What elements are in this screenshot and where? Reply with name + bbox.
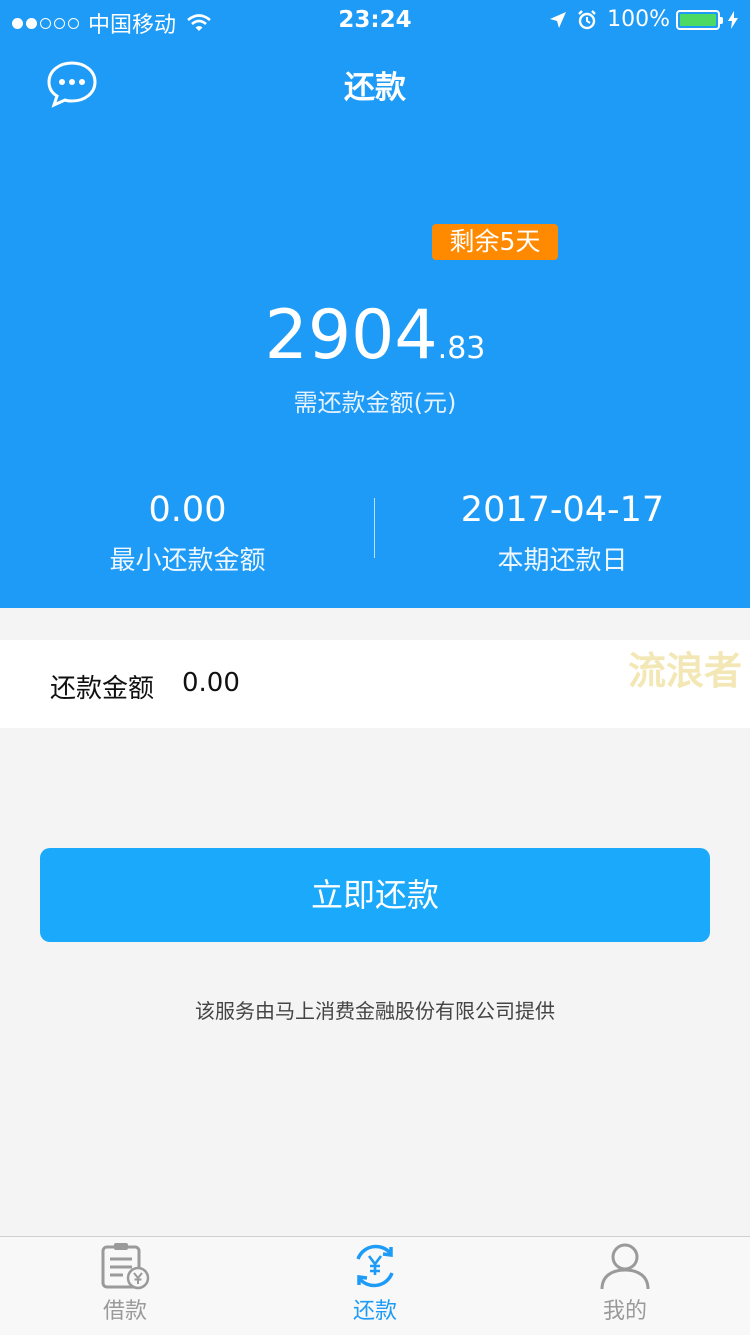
alarm-clock-icon: [578, 9, 596, 29]
pay-now-button[interactable]: 立即还款: [40, 848, 710, 942]
status-bar: 中国移动 23:24 100%: [0, 0, 750, 40]
tab-loan[interactable]: 借款: [0, 1241, 250, 1325]
battery-percent: 100%: [607, 7, 670, 32]
page-title: 还款: [344, 70, 406, 106]
loan-document-icon: [101, 1243, 150, 1290]
header-panel: 中国移动 23:24 100% 还款 剩余5天 2904.83 需还款金额(元)…: [0, 0, 750, 608]
profile-person-icon: [600, 1243, 650, 1290]
tab-mine-label: 我的: [602, 1299, 647, 1324]
tab-repay[interactable]: 还款: [250, 1241, 500, 1325]
tab-loan-label: 借款: [102, 1299, 147, 1324]
payment-amount-label: 还款金额: [50, 674, 155, 704]
due-date-stat: 2017-04-17 本期还款日: [375, 490, 750, 577]
battery-icon: [676, 9, 723, 30]
watermark: 流浪者: [627, 649, 742, 693]
repay-amount-label: 需还款金额(元): [293, 389, 457, 417]
repay-amount: 2904.83: [0, 296, 750, 375]
tab-repay-label: 还款: [352, 1299, 397, 1324]
min-amount-label: 最小还款金额: [109, 546, 266, 576]
provider-note: 该服务由马上消费金融股份有限公司提供: [195, 999, 555, 1023]
repay-amount-decimal: .83: [437, 331, 486, 366]
tab-bar: 借款 还款 我的: [0, 1236, 750, 1335]
due-date-label: 本期还款日: [497, 546, 628, 576]
min-amount-value: 0.00: [148, 490, 227, 530]
location-arrow-icon: [550, 11, 567, 28]
remaining-days-badge: 剩余5天: [432, 224, 558, 260]
repay-yen-cycle-icon: [356, 1244, 394, 1288]
tab-mine[interactable]: 我的: [500, 1241, 750, 1325]
min-amount-stat: 0.00 最小还款金额: [0, 490, 375, 577]
payment-amount-input[interactable]: 0.00: [182, 668, 240, 698]
due-date-value: 2017-04-17: [460, 490, 665, 530]
repay-amount-integer: 2904: [264, 296, 438, 375]
charging-bolt-icon: [728, 10, 738, 29]
